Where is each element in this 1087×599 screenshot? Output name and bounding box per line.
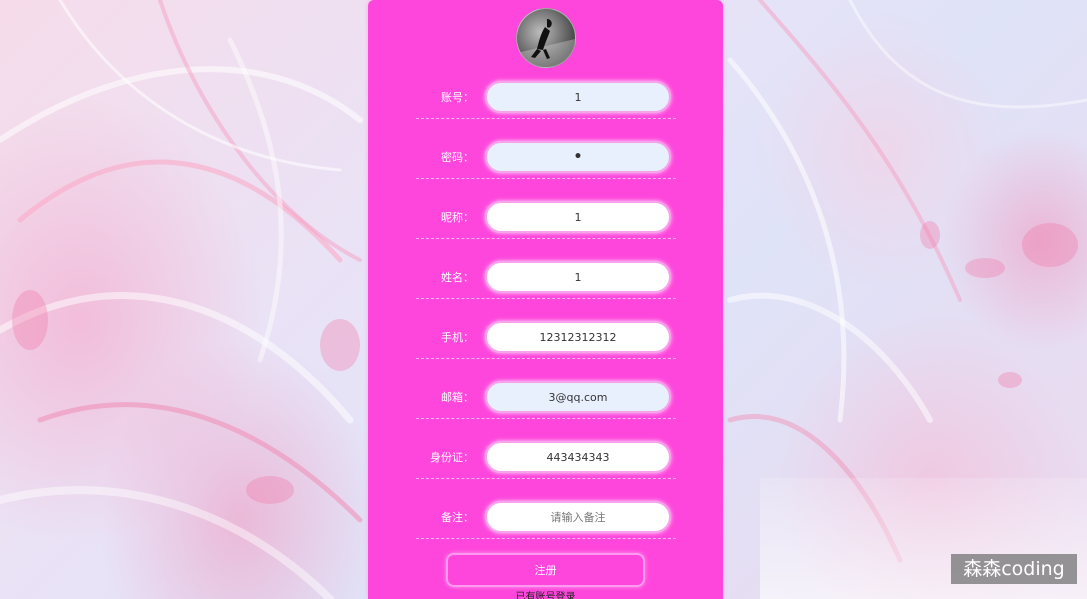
account-input[interactable] <box>485 81 671 113</box>
form-row-id-card: 身份证： <box>416 438 676 479</box>
register-button[interactable]: 注册 <box>446 553 645 587</box>
form-row-phone: 手机： <box>416 318 676 359</box>
form-row-remark: 备注： <box>416 498 676 539</box>
avatar <box>516 8 576 68</box>
account-label: 账号： <box>441 91 474 104</box>
watermark: 森森coding <box>951 554 1077 584</box>
form-row-account: 账号： <box>416 78 676 119</box>
password-label: 密码： <box>441 151 474 164</box>
id-card-input[interactable] <box>485 441 671 473</box>
form-row-email: 邮箱： <box>416 378 676 419</box>
email-label: 邮箱： <box>441 391 474 404</box>
name-label: 姓名： <box>441 271 474 284</box>
remark-input[interactable] <box>485 501 671 533</box>
phone-label: 手机： <box>441 331 474 344</box>
avatar-figure-icon <box>517 19 575 67</box>
login-link[interactable]: 已有账号登录 <box>368 591 723 599</box>
nickname-input[interactable] <box>485 201 671 233</box>
nickname-label: 昵称： <box>441 211 474 224</box>
form-row-nickname: 昵称： <box>416 198 676 239</box>
form-row-name: 姓名： <box>416 258 676 299</box>
email-input[interactable] <box>485 381 671 413</box>
id-card-label: 身份证： <box>430 451 474 464</box>
password-input[interactable] <box>485 141 671 173</box>
remark-label: 备注： <box>441 511 474 524</box>
form-row-password: 密码： <box>416 138 676 179</box>
page: 账号： 密码： 昵称： 姓名： 手机： 邮箱： 身份证： 备注： <box>0 0 1087 599</box>
register-card: 账号： 密码： 昵称： 姓名： 手机： 邮箱： 身份证： 备注： <box>368 0 723 599</box>
phone-input[interactable] <box>485 321 671 353</box>
name-input[interactable] <box>485 261 671 293</box>
